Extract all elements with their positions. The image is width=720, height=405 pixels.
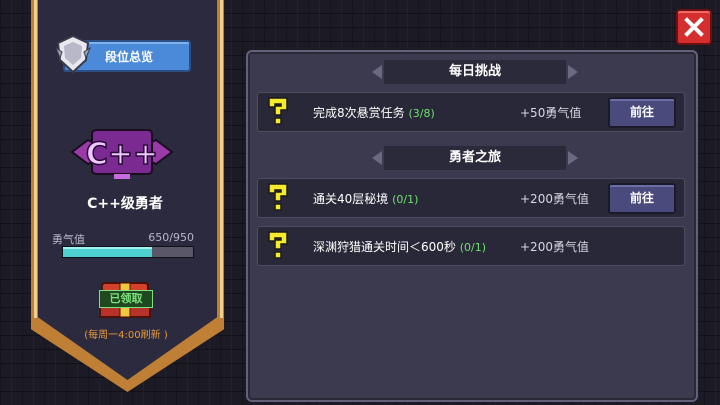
task-row-abyss-hunt: 深渊狩猎通关时间＜600秒 (0/1) +200勇气值 [257,226,685,266]
shield-icon[interactable] [54,34,92,74]
task-reward: +200勇气值 [520,192,589,206]
bravery-progress-bar [62,246,194,258]
banner-edge-left [34,0,37,318]
task-title: 通关40层秘境 (0/1) [313,192,419,206]
daily-challenge-header: 每日挑战 [372,60,578,84]
task-reward: +200勇气值 [520,240,589,254]
question-mark-icon [266,230,290,261]
task-row-bounty: 完成8次悬赏任务 (3/8) +50勇气值 前往 [257,92,685,132]
task-reward: +50勇气值 [520,106,582,120]
task-progress: (3/8) [408,107,435,120]
rank-title: C++级勇者 [87,196,163,212]
rank-overview-label: 段位总览 [105,50,154,64]
task-progress: (0/1) [392,193,419,206]
go-button[interactable]: 前往 [608,183,676,214]
bravery-progress-fill [63,247,152,257]
task-title: 深渊狩猎通关时间＜600秒 (0/1) [313,240,487,254]
rank-badge-icon: C++ [66,124,178,180]
bravery-label: 勇气值 [52,233,85,246]
go-button[interactable]: 前往 [608,97,676,128]
hero-journey-header: 勇者之旅 [372,146,578,170]
task-title: 完成8次悬赏任务 (3/8) [313,106,435,120]
close-button[interactable] [676,9,712,45]
question-mark-icon [266,96,290,127]
close-icon [684,17,704,37]
banner-edge-right [220,0,223,318]
rank-badge-text: C++ [86,137,158,172]
bravery-value: 650/950 [148,231,194,244]
weekly-refresh-note: (每周一4:00刷新 ) [84,330,168,341]
question-mark-icon [266,182,290,213]
task-row-secret-realm: 通关40层秘境 (0/1) +200勇气值 前往 [257,178,685,218]
claimed-badge: 已领取 [99,290,153,308]
task-progress: (0/1) [459,241,487,254]
